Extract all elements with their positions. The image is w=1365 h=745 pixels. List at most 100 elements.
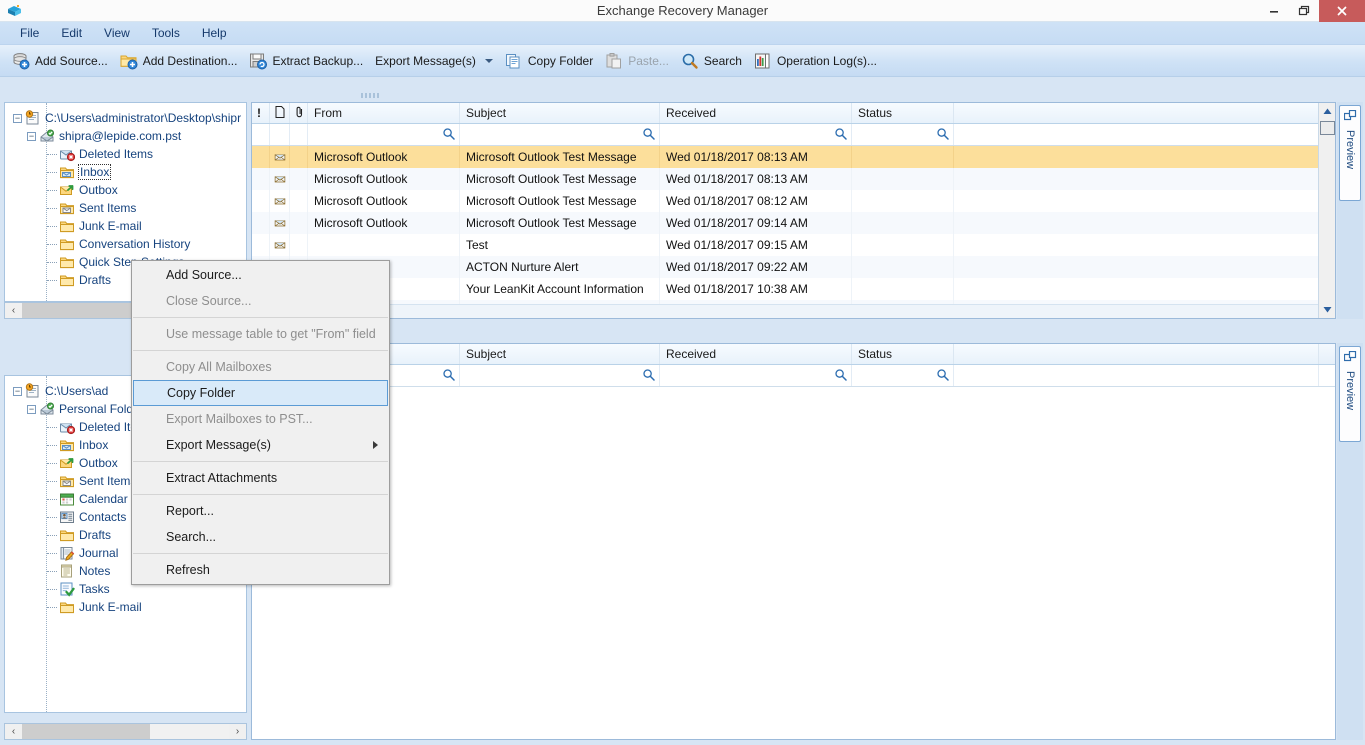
scroll-thumb[interactable] [1319,121,1335,135]
tree-expander-icon[interactable]: − [13,386,22,396]
context-menu[interactable]: Add Source... Close Source... Use message … [131,260,390,585]
menu-file[interactable]: File [10,24,49,42]
tree-node[interactable]: Junk E-mail [11,217,246,235]
message-grid-top-hscrollbar[interactable] [252,304,1335,318]
filter-search-icon[interactable] [642,368,655,384]
column-filter-cell[interactable] [852,124,954,145]
message-grid-top-filter-row[interactable] [252,124,1335,146]
context-menu-item[interactable]: Extract Attachments [132,465,389,491]
scroll-thumb[interactable] [22,724,151,739]
toolbar-operation-logs-button[interactable]: Operation Log(s)... [748,48,883,74]
scroll-up-icon[interactable] [1319,103,1335,120]
column-header[interactable]: Received [660,344,852,364]
message-grid-bottom-filter-row[interactable] [252,365,1335,387]
toolbar-add-source-button[interactable]: Add Source... [6,48,114,74]
column-filter-cell[interactable] [308,124,460,145]
deleted-items-icon [59,419,76,435]
menu-edit[interactable]: Edit [51,24,92,42]
column-filter-cell[interactable] [954,365,1319,386]
tree-node[interactable]: Outbox [11,181,246,199]
toolbar-extract-backup-button[interactable]: Extract Backup... [243,48,369,74]
preview-tab-top[interactable]: Preview [1339,105,1361,201]
column-header[interactable] [270,103,290,123]
minimize-button[interactable] [1259,0,1289,22]
table-row[interactable]: Test Wed 01/18/2017 09:15 AM [252,234,1335,256]
menu-tools[interactable]: Tools [142,24,190,42]
filter-search-icon[interactable] [834,127,847,143]
column-header[interactable]: Status [852,344,954,364]
close-button[interactable] [1319,0,1365,22]
message-grid-bottom[interactable]: !SubjectReceivedStatus [251,343,1336,740]
column-header[interactable]: ! [252,103,270,123]
tree-bottom-horizontal-scrollbar[interactable]: ‹ › [4,723,247,740]
column-filter-cell[interactable] [460,365,660,386]
menu-help[interactable]: Help [192,24,237,42]
toolbar-copy-folder-button[interactable]: Copy Folder [499,48,599,74]
column-filter-cell[interactable] [660,124,852,145]
scroll-track[interactable] [1319,135,1335,301]
column-filter-cell[interactable] [954,124,1319,145]
filter-search-icon[interactable] [834,368,847,384]
column-header[interactable] [954,344,1319,364]
toolbar-search-button[interactable]: Search [675,48,748,74]
column-filter-cell[interactable] [270,124,290,145]
toolbar-add-destination-button[interactable]: Add Destination... [114,48,244,74]
table-row[interactable]: Microsoft Outlook Microsoft Outlook Test … [252,168,1335,190]
column-header[interactable] [290,103,308,123]
filter-search-icon[interactable] [936,127,949,143]
column-header[interactable] [954,103,1319,123]
splitter-grip-top[interactable] [359,93,381,98]
context-menu-item[interactable]: Add Source... [132,262,389,288]
tree-node[interactable]: − shipra@lepide.com.pst [11,127,246,145]
tree-node[interactable]: Conversation History [11,235,246,253]
tree-node[interactable]: Junk E-mail [11,598,246,616]
chevron-down-icon[interactable] [484,58,493,63]
tree-expander-icon[interactable]: − [13,113,22,123]
context-menu-item[interactable]: Refresh [132,557,389,583]
table-row[interactable]: Microsoft Outlook Microsoft Outlook Test … [252,190,1335,212]
tree-node[interactable]: Inbox [11,163,246,181]
filter-search-icon[interactable] [442,127,455,143]
column-header[interactable]: Received [660,103,852,123]
tree-node[interactable]: Sent Items [11,199,246,217]
table-row[interactable]: .comACTON Nurture AlertWed 01/18/2017 09… [252,256,1335,278]
filter-search-icon[interactable] [936,368,949,384]
message-grid-bottom-header[interactable]: !SubjectReceivedStatus [252,344,1335,365]
context-menu-item[interactable]: Export Message(s) [132,432,389,458]
maximize-restore-button[interactable] [1289,0,1319,22]
toolbar-export-messages-button[interactable]: Export Message(s) [369,48,499,74]
attachment-cell [290,168,308,190]
scroll-track[interactable] [22,724,229,739]
scroll-right-icon[interactable]: › [229,724,246,739]
column-filter-cell[interactable] [290,124,308,145]
message-grid-top-header[interactable]: ! From Subject Received Status [252,103,1335,124]
column-header[interactable]: Subject [460,344,660,364]
context-menu-item[interactable]: Report... [132,498,389,524]
message-grid-top-body[interactable]: Microsoft Outlook Microsoft Outlook Test … [252,146,1335,318]
filter-search-icon[interactable] [442,368,455,384]
column-filter-cell[interactable] [252,124,270,145]
menu-view[interactable]: View [94,24,140,42]
preview-tab-bottom[interactable]: Preview [1339,346,1361,442]
context-menu-item[interactable]: Search... [132,524,389,550]
message-grid-top[interactable]: ! From Subject Received Status Microsoft Out… [251,102,1336,319]
table-row[interactable]: Microsoft Outlook Microsoft Outlook Test … [252,212,1335,234]
column-header[interactable]: Subject [460,103,660,123]
column-filter-cell[interactable] [460,124,660,145]
table-row[interactable]: Microsoft Outlook Microsoft Outlook Test … [252,146,1335,168]
tree-expander-icon[interactable]: − [27,404,36,414]
scroll-left-icon[interactable]: ‹ [5,724,22,739]
context-menu-item[interactable]: Copy Folder [133,380,388,406]
scroll-left-icon[interactable]: ‹ [5,303,22,318]
table-row[interactable]: eply=leankit...Your LeanKit Account Info… [252,278,1335,300]
message-grid-top-vscrollbar[interactable] [1318,103,1335,318]
column-filter-cell[interactable] [852,365,954,386]
column-header[interactable]: Status [852,103,954,123]
tree-node[interactable]: Deleted Items [11,145,246,163]
filter-search-icon[interactable] [642,127,655,143]
column-header[interactable]: From [308,103,460,123]
scroll-down-icon[interactable] [1319,301,1335,318]
tree-node[interactable]: − C:\Users\administrator\Desktop\shipr [11,109,246,127]
column-filter-cell[interactable] [660,365,852,386]
tree-expander-icon[interactable]: − [27,131,36,141]
